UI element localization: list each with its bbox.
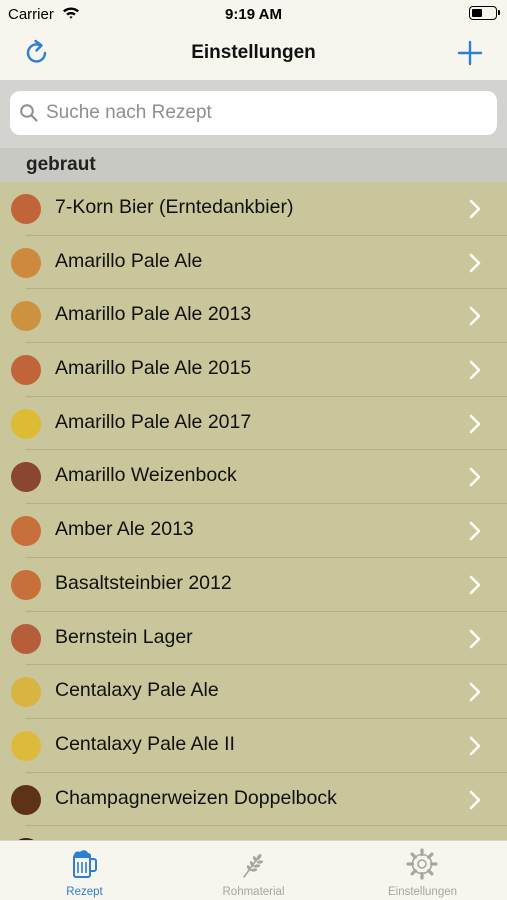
beer-color-swatch — [11, 730, 41, 761]
recipe-row[interactable]: Amarillo Pale Ale 2017 — [0, 397, 507, 451]
clock: 9:19 AM — [225, 6, 282, 23]
recipe-row[interactable]: Amarillo Pale Ale 2015 — [0, 343, 507, 397]
recipe-row[interactable]: Basaltsteinbier 2012 — [0, 558, 507, 612]
page-title: Einstellungen — [191, 42, 316, 63]
recipe-row[interactable]: Amarillo Pale Ale — [0, 236, 507, 290]
recipe-name: Bernstein Lager — [55, 625, 193, 648]
search-bar — [0, 80, 507, 148]
beer-color-swatch — [11, 462, 41, 493]
wheat-icon — [243, 853, 264, 878]
chevron-right-icon — [469, 521, 481, 541]
recipe-row[interactable]: Amarillo Weizenbock — [0, 450, 507, 505]
chevron-right-icon — [469, 253, 481, 272]
section-title: gebraut — [26, 154, 96, 175]
search-field[interactable] — [10, 91, 497, 135]
recipe-name: Amarillo Weizenbock — [55, 464, 237, 487]
recipe-name: Amarillo Pale Ale — [55, 249, 203, 272]
recipe-name: Amarillo Pale Ale 2017 — [55, 410, 252, 433]
recipe-row[interactable]: Centalaxy Pale Ale — [0, 665, 507, 719]
search-input[interactable] — [46, 91, 486, 135]
recipe-row[interactable]: Amarillo Pale Ale 2013 — [0, 289, 507, 344]
chevron-right-icon — [469, 307, 481, 326]
recipe-name: Amber Ale 2013 — [55, 518, 194, 541]
navigation-bar: Einstellungen — [0, 28, 507, 80]
chevron-right-icon — [469, 790, 481, 809]
battery-icon — [469, 6, 500, 20]
beer-color-swatch — [11, 516, 41, 547]
tab-rezept[interactable]: Rezept — [0, 841, 169, 900]
beer-color-swatch — [11, 194, 41, 224]
add-recipe-button[interactable] — [455, 38, 485, 68]
beer-color-swatch — [11, 677, 41, 708]
recipe-name: Centalaxy Pale Ale — [55, 679, 219, 702]
search-icon — [20, 104, 38, 122]
recipe-name: Amarillo Pale Ale 2013 — [55, 303, 252, 326]
tab-einstellungen[interactable]: Einstellungen — [338, 841, 507, 900]
beer-color-swatch — [11, 301, 41, 332]
recipe-name: 7-Korn Bier (Erntedankbier) — [55, 196, 294, 218]
recipe-list[interactable]: 7-Korn Bier (Erntedankbier) Amarillo Pale… — [0, 182, 507, 840]
beer-mug-icon — [73, 850, 97, 878]
tab-rohmaterial[interactable]: Rohmaterial — [169, 841, 338, 900]
recipe-row[interactable]: Bernstein Lager — [0, 612, 507, 666]
tab-label: Rohmaterial — [222, 886, 285, 898]
beer-color-swatch — [11, 247, 41, 278]
recipe-name: Basaltsteinbier 2012 — [55, 571, 232, 594]
chevron-right-icon — [469, 360, 481, 380]
beer-color-swatch — [11, 355, 41, 386]
recipe-name: Amarillo Pale Ale 2015 — [55, 357, 252, 380]
chevron-right-icon — [469, 199, 481, 219]
recipe-row[interactable]: 7-Korn Bier (Erntedankbier) — [0, 182, 507, 236]
chevron-right-icon — [469, 682, 481, 702]
recipe-name: Champagnerweizen Doppelbock — [55, 786, 337, 809]
beer-color-swatch — [11, 623, 41, 654]
chevron-right-icon — [469, 736, 481, 756]
recipe-row[interactable] — [0, 826, 507, 840]
tab-bar: Rezept Rohmaterial Einstellungen — [0, 840, 507, 900]
chevron-right-icon — [469, 468, 481, 487]
chevron-right-icon — [469, 629, 481, 648]
recipe-row[interactable]: Centalaxy Pale Ale II — [0, 719, 507, 773]
section-header: gebraut — [0, 148, 507, 182]
tab-label: Einstellungen — [387, 886, 458, 898]
status-bar: Carrier 9:19 AM — [0, 0, 507, 28]
tab-label: Rezept — [66, 886, 103, 898]
recipe-row[interactable]: Amber Ale 2013 — [0, 504, 507, 558]
beer-color-swatch — [11, 569, 41, 600]
beer-color-swatch — [11, 784, 41, 815]
gear-icon — [406, 848, 438, 880]
recipe-row[interactable]: Champagnerweizen Doppelbock — [0, 773, 507, 827]
chevron-right-icon — [469, 414, 481, 434]
beer-color-swatch — [11, 408, 41, 439]
recipe-name: Centalaxy Pale Ale II — [55, 732, 235, 755]
chevron-right-icon — [469, 575, 481, 595]
